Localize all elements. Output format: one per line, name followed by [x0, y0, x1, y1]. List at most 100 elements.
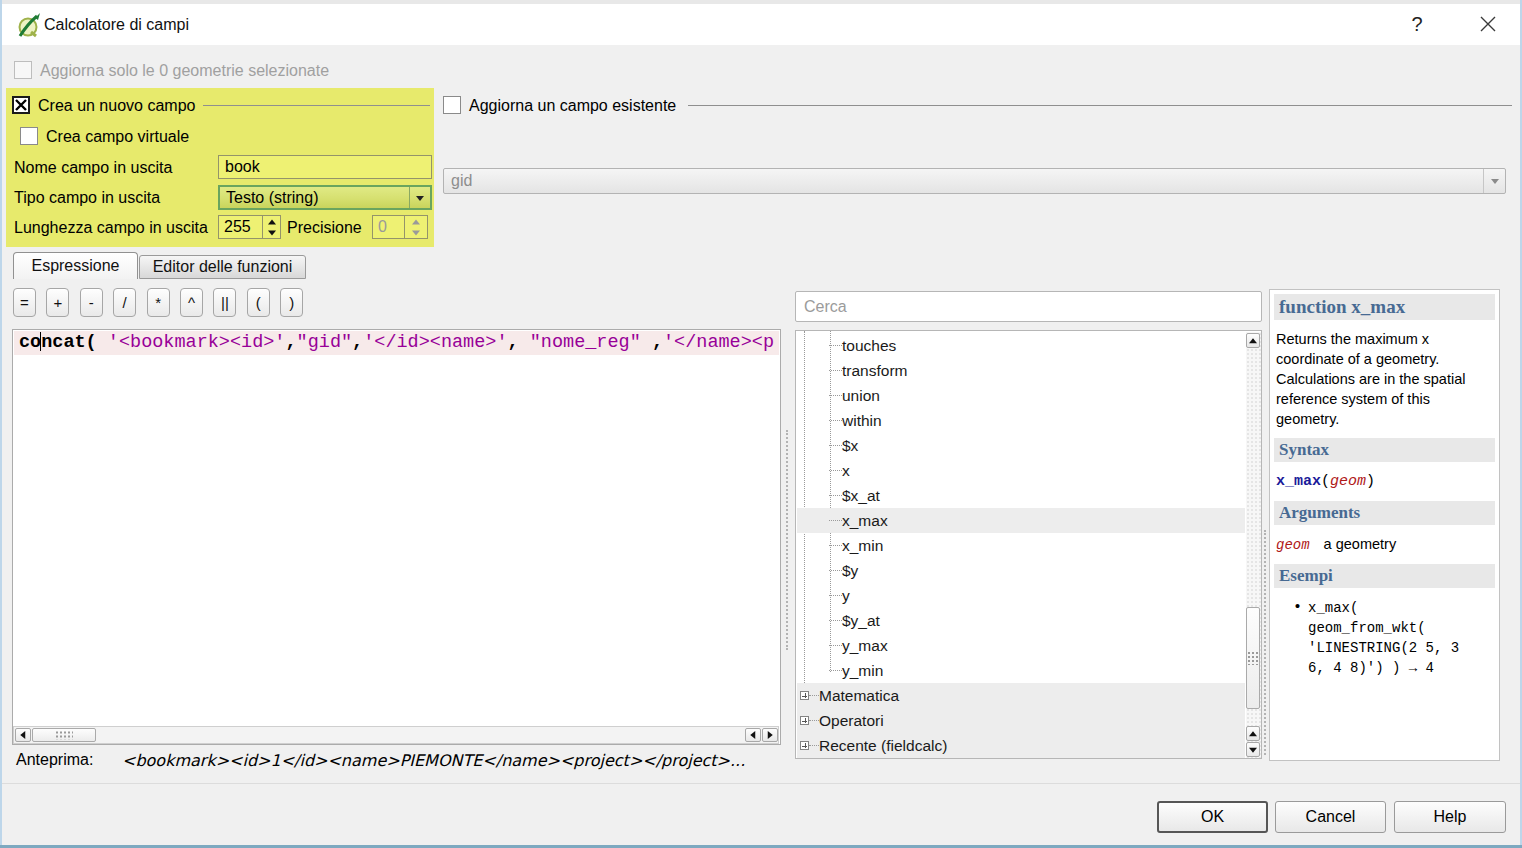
output-field-name-input[interactable]: book	[218, 155, 432, 179]
spin-up-icon	[405, 216, 427, 227]
function-group-Matematica[interactable]: Matematica	[797, 683, 1245, 708]
function-item-$x[interactable]: $x	[797, 433, 1245, 458]
operator-button-5[interactable]: *	[147, 288, 170, 317]
expand-icon[interactable]	[800, 716, 809, 725]
tree-branch-line	[829, 495, 842, 496]
help-button[interactable]: Help	[1394, 801, 1506, 833]
function-item-label: touches	[842, 333, 896, 358]
tree-branch-line	[829, 420, 842, 421]
cancel-button[interactable]: Cancel	[1275, 801, 1386, 833]
close-button[interactable]	[1478, 14, 1498, 34]
function-item-y[interactable]: y	[797, 583, 1245, 608]
operator-button-2[interactable]: +	[46, 288, 69, 317]
tree-branch-line	[829, 595, 842, 596]
example-code-line: geom_from_wkt(	[1308, 618, 1493, 638]
expand-icon[interactable]	[800, 691, 809, 700]
vscroll-thumb[interactable]	[1246, 607, 1260, 709]
function-item-touches[interactable]: touches	[797, 333, 1245, 358]
function-item-label: $x	[842, 433, 858, 458]
operator-button-3[interactable]: -	[80, 288, 103, 317]
function-item-label: y	[842, 583, 850, 608]
tree-branch-line	[829, 620, 842, 621]
syntax-paren: )	[1366, 473, 1375, 490]
output-field-length-spinner[interactable]	[263, 215, 281, 239]
expression-segment: "nome_reg"	[530, 332, 641, 353]
scroll-left-button-2[interactable]	[745, 728, 761, 742]
function-item-union[interactable]: union	[797, 383, 1245, 408]
operator-button-4[interactable]: /	[113, 288, 136, 317]
output-field-type-combo[interactable]: Testo (string)	[218, 185, 432, 210]
window-title: Calcolatore di campi	[44, 4, 189, 45]
function-item-$x_at[interactable]: $x_at	[797, 483, 1245, 508]
create-virtual-field-checkbox[interactable]	[20, 127, 38, 145]
spin-up-icon[interactable]	[263, 216, 280, 227]
expression-segment: ,	[508, 332, 530, 353]
help-syntax-heading: Syntax	[1274, 438, 1495, 462]
tab-espressione[interactable]: Espressione	[13, 252, 138, 279]
function-tree[interactable]: touchestransformunionwithin$xx$x_atx_max…	[795, 330, 1262, 759]
expression-segment: ,	[285, 332, 296, 353]
function-group-Operatori[interactable]: Operatori	[797, 708, 1245, 733]
check-x-icon	[14, 98, 28, 112]
function-item-$y[interactable]: $y	[797, 558, 1245, 583]
help-title: function x_max	[1274, 294, 1495, 320]
output-field-length-input[interactable]: 255	[218, 215, 263, 239]
function-group-Recente (fieldcalc)[interactable]: Recente (fieldcalc)	[797, 733, 1245, 758]
function-item-y_max[interactable]: y_max	[797, 633, 1245, 658]
qgis-logo-icon	[16, 12, 42, 38]
scroll-left-button[interactable]	[15, 728, 31, 742]
ok-button[interactable]: OK	[1157, 801, 1268, 833]
expression-editor[interactable]: concat( '<bookmark><id>',"gid",'</id><na…	[12, 329, 781, 745]
function-item-transform[interactable]: transform	[797, 358, 1245, 383]
precision-spinner	[405, 215, 428, 239]
function-item-within[interactable]: within	[797, 408, 1245, 433]
syntax-paren: (	[1321, 473, 1330, 490]
function-search-input[interactable]: Cerca	[795, 291, 1262, 322]
function-help-panel: function x_max Returns the maximum x coo…	[1269, 289, 1500, 761]
operator-button-7[interactable]: ||	[213, 288, 236, 317]
tree-branch-line	[829, 445, 842, 446]
hscroll-thumb[interactable]	[32, 728, 96, 742]
scroll-up-button-2[interactable]	[1246, 726, 1260, 741]
expression-segment: '<bookmark><id>'	[108, 332, 286, 353]
function-item-label: $y	[842, 558, 858, 583]
expression-hscrollbar[interactable]	[13, 726, 779, 744]
tree-branch-line	[829, 370, 842, 371]
update-existing-field-checkbox[interactable]	[443, 96, 461, 114]
operator-button-9[interactable]: )	[280, 288, 303, 317]
precision-input: 0	[372, 215, 405, 239]
syntax-argument: geom	[1330, 473, 1366, 490]
function-group-label: Recente (fieldcalc)	[819, 733, 947, 758]
splitter-expression-functions[interactable]	[786, 430, 788, 650]
function-item-label: x_min	[842, 533, 883, 558]
function-item-y_min[interactable]: y_min	[797, 658, 1245, 683]
help-syntax-code: x_max(geom)	[1276, 473, 1493, 490]
scroll-down-button[interactable]	[1246, 742, 1260, 757]
syntax-function-name: x_max	[1276, 473, 1321, 490]
function-item-x_max[interactable]: x_max	[797, 508, 1245, 533]
expression-segment: concat(	[19, 332, 108, 353]
example-code-line: 'LINESTRING(2 5, 3	[1308, 638, 1493, 658]
create-virtual-field-label: Crea campo virtuale	[46, 128, 189, 146]
help-example-list: x_max(geom_from_wkt('LINESTRING(2 5, 36,…	[1308, 598, 1493, 678]
tab-editor-funzioni[interactable]: Editor delle funzioni	[139, 255, 306, 279]
text-caret	[40, 332, 41, 351]
operator-button-6[interactable]: ^	[180, 288, 203, 317]
function-list-vscrollbar[interactable]	[1246, 332, 1261, 758]
tree-branch-line	[829, 470, 842, 471]
precision-label: Precisione	[287, 219, 362, 237]
tree-branch-line	[829, 520, 842, 521]
expand-icon[interactable]	[800, 741, 809, 750]
new-field-group-line	[203, 105, 430, 106]
operator-button-1[interactable]: =	[13, 288, 36, 317]
function-item-$y_at[interactable]: $y_at	[797, 608, 1245, 633]
titlebar-help-button[interactable]: ?	[1404, 4, 1430, 45]
function-item-x_min[interactable]: x_min	[797, 533, 1245, 558]
splitter-functions-help[interactable]	[1264, 530, 1266, 755]
scroll-right-button[interactable]	[762, 728, 778, 742]
create-new-field-checkbox[interactable]	[12, 96, 30, 114]
spin-down-icon[interactable]	[263, 227, 280, 238]
scroll-up-button[interactable]	[1246, 333, 1260, 348]
operator-button-8[interactable]: (	[247, 288, 270, 317]
function-item-x[interactable]: x	[797, 458, 1245, 483]
